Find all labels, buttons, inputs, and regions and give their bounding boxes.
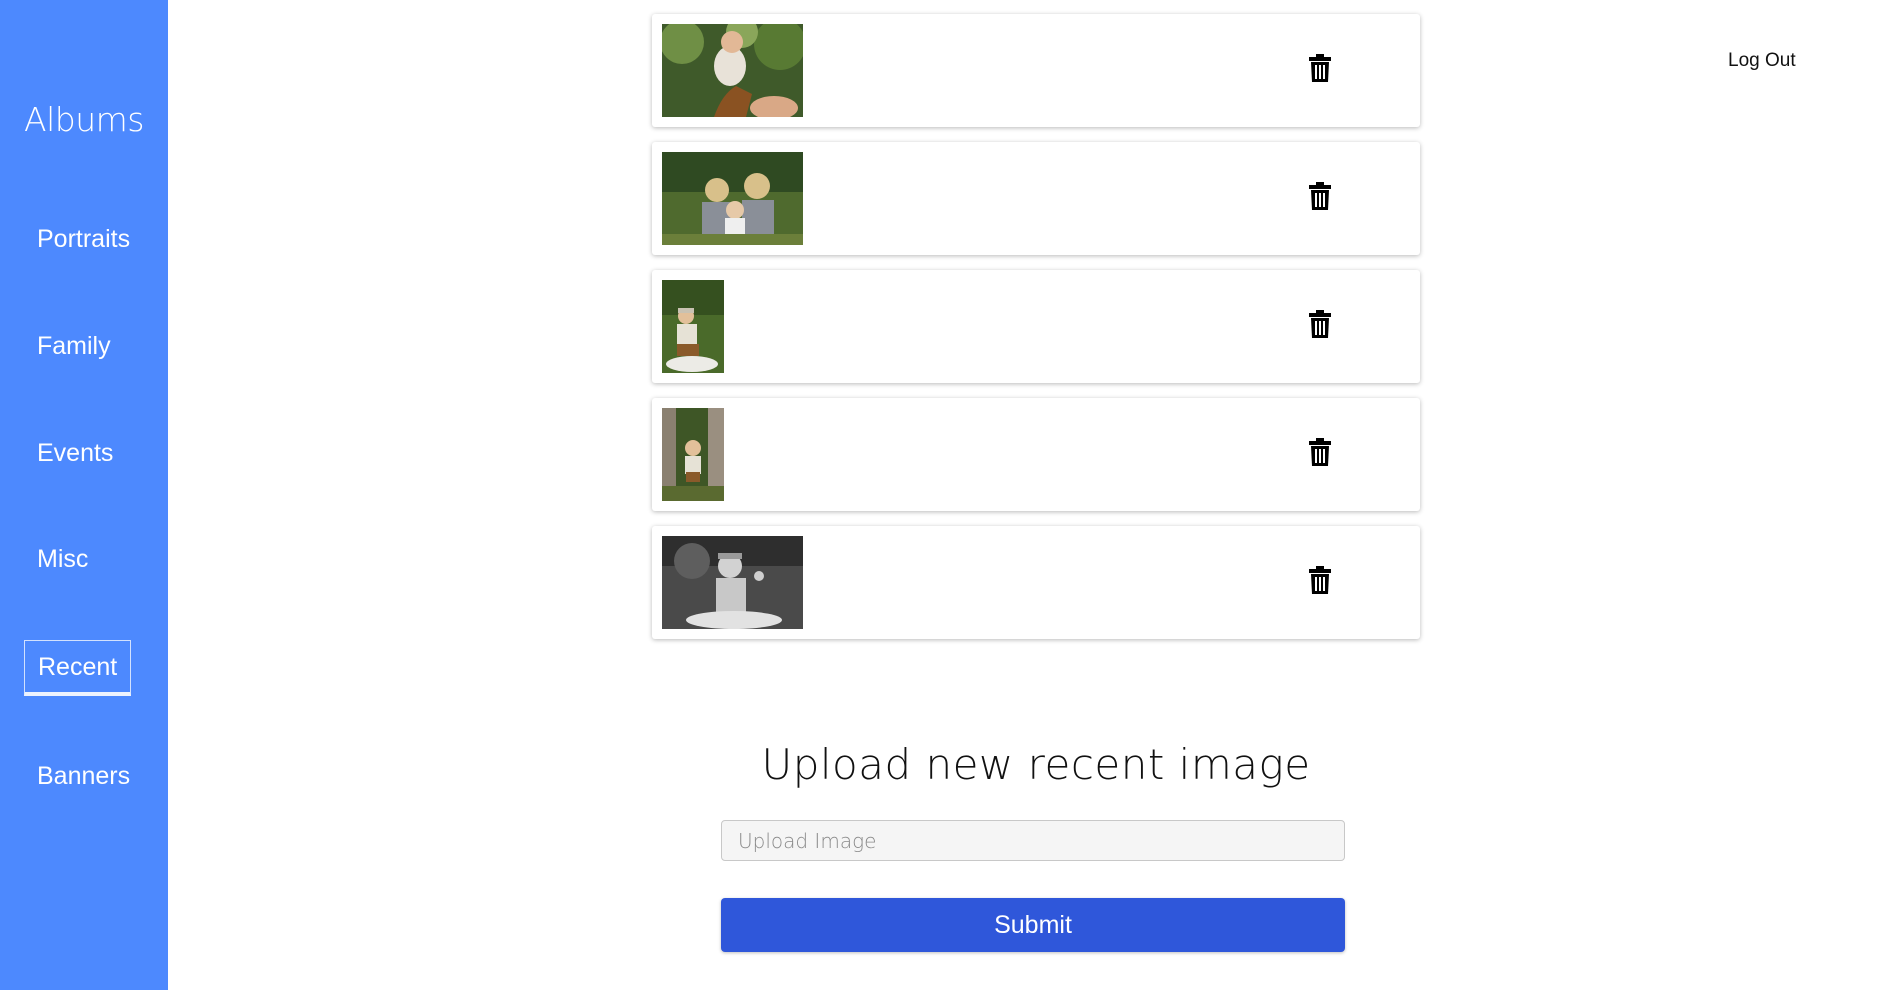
trash-icon[interactable] (1309, 566, 1331, 594)
toddler-bw-photo (662, 536, 803, 629)
sidebar-item-recent[interactable]: Recent (24, 640, 132, 696)
toddler-sitting-photo (662, 280, 724, 373)
upload-title: Upload new recent image (761, 740, 1311, 789)
trash-icon[interactable] (1309, 438, 1331, 466)
image-card (652, 14, 1420, 127)
trash-icon[interactable] (1309, 310, 1331, 338)
trash-icon[interactable] (1309, 54, 1331, 82)
sidebar: Albums Portraits Family Events Misc Rece… (0, 0, 168, 990)
sidebar-item-events[interactable]: Events (24, 425, 126, 481)
trash-icon[interactable] (1309, 182, 1331, 210)
sidebar-item-family[interactable]: Family (24, 318, 124, 374)
submit-button[interactable]: Submit (721, 898, 1345, 952)
baby-lifted-photo (662, 24, 803, 117)
image-card (652, 142, 1420, 255)
toddler-standing-photo (662, 408, 724, 501)
image-card (652, 398, 1420, 511)
upload-image-input[interactable] (721, 820, 1345, 861)
image-card (652, 270, 1420, 383)
sidebar-item-portraits[interactable]: Portraits (24, 211, 143, 267)
image-list (652, 14, 1420, 654)
sidebar-title: Albums (24, 100, 144, 139)
three-children-photo (662, 152, 803, 245)
sidebar-item-banners[interactable]: Banners (24, 748, 143, 804)
image-card (652, 526, 1420, 639)
sidebar-item-misc[interactable]: Misc (24, 531, 101, 587)
logout-link[interactable]: Log Out (1728, 50, 1796, 72)
